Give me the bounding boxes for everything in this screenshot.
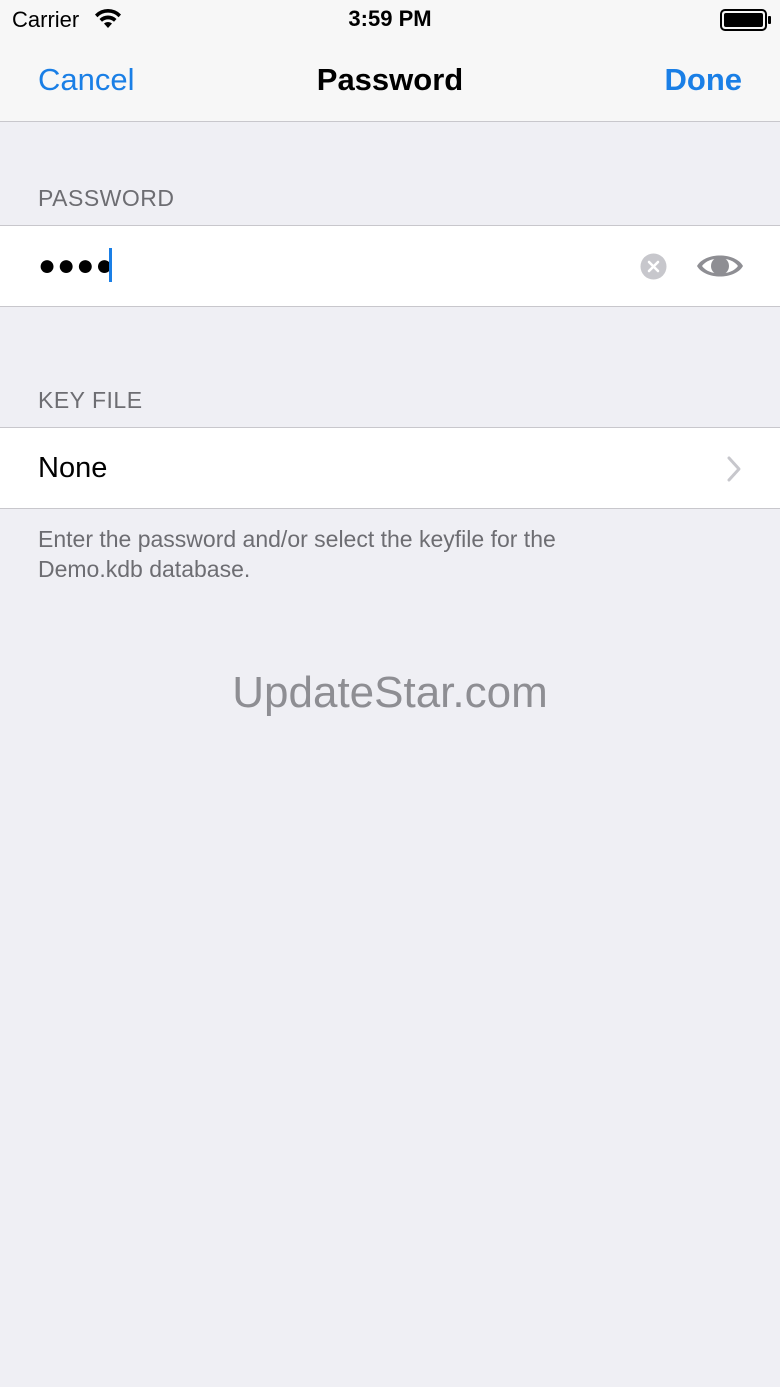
eye-icon[interactable]	[695, 248, 745, 284]
battery-icon	[720, 9, 771, 31]
footer-hint: Enter the password and/or select the key…	[38, 526, 556, 582]
watermark: UpdateStar.com	[232, 668, 548, 717]
text-cursor	[109, 248, 112, 282]
navigation-bar: Cancel Password Done	[0, 40, 780, 122]
clear-icon[interactable]	[640, 253, 667, 280]
cancel-button[interactable]: Cancel	[38, 62, 135, 98]
password-masked-value: ●●●●	[38, 249, 115, 282]
keyfile-value: None	[38, 452, 108, 484]
status-bar: Carrier 3:59 PM	[0, 0, 780, 40]
keyfile-row[interactable]: None	[0, 427, 780, 509]
password-field[interactable]: ●●●●	[0, 225, 780, 307]
done-button[interactable]: Done	[665, 62, 743, 98]
keyfile-section-header: KEY FILE	[38, 387, 143, 413]
password-section-header: PASSWORD	[38, 185, 175, 211]
status-time: 3:59 PM	[348, 6, 432, 31]
chevron-right-icon	[727, 456, 741, 482]
